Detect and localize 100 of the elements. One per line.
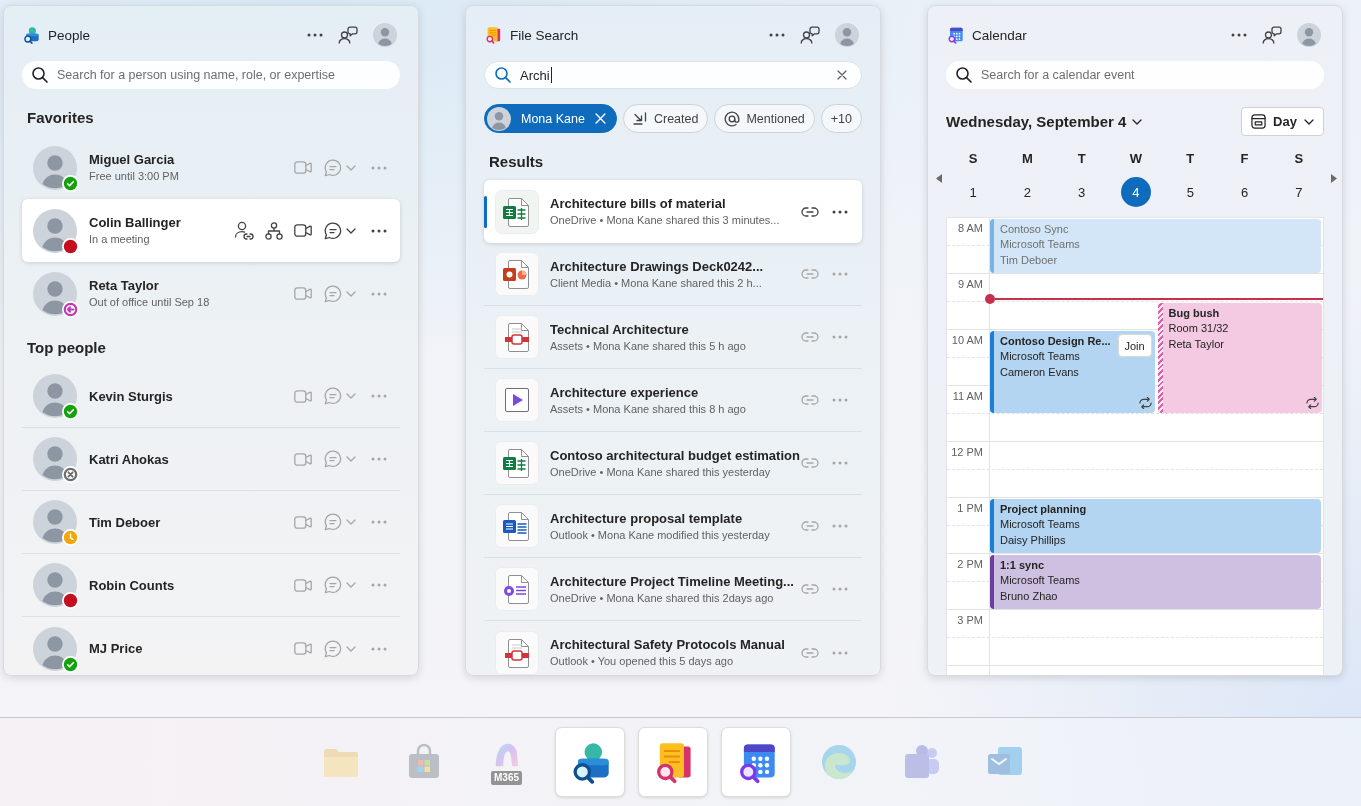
filter-chip[interactable]: Created xyxy=(622,104,709,133)
chevron-down-icon[interactable] xyxy=(346,227,356,234)
person-bubble-icon[interactable] xyxy=(1262,26,1282,44)
file-details: OneDrive • Mona Kane shared this 2days ago xyxy=(550,590,774,606)
file-title: Architecture Project Timeline Meeting... xyxy=(550,572,794,590)
search-bar[interactable]: Search for a person using name, role, or expertise xyxy=(22,61,400,89)
chevron-down-icon xyxy=(1303,118,1314,125)
person-name: Kevin Sturgis xyxy=(89,387,173,405)
panel-title: People xyxy=(48,27,91,43)
text-file-icon xyxy=(495,504,539,548)
search-bar[interactable]: Search for a calendar event xyxy=(946,61,1324,89)
person-bubble-icon[interactable] xyxy=(338,26,358,44)
date-button[interactable]: 5 xyxy=(1175,177,1206,207)
taskbar-button[interactable] xyxy=(554,727,625,797)
hour-label: 8 AM xyxy=(957,222,983,235)
person-status-text: Out of office until Sep 18 xyxy=(89,295,210,310)
section-heading: Results xyxy=(489,152,544,172)
date-picker-button[interactable]: Wednesday, September 4 xyxy=(946,113,1143,130)
person-status-text: Free until 3:00 PM xyxy=(89,169,179,184)
diagonal-arrow-icon xyxy=(632,112,648,125)
more-icon[interactable] xyxy=(371,228,387,233)
org-chart-icon[interactable] xyxy=(265,221,283,240)
caret-right-icon[interactable] xyxy=(1331,174,1337,183)
event-title: 1:1 sync xyxy=(1000,558,1045,573)
person-name: Katri Ahokas xyxy=(89,450,169,468)
search-input[interactable]: Search for a person using name, role, or expertise xyxy=(57,66,386,84)
weekday-label: M xyxy=(1022,150,1033,168)
calendar-event[interactable]: Bug bush Room 31/32 Reta Taylor xyxy=(1157,303,1322,413)
caret-left-icon[interactable] xyxy=(936,174,942,183)
hour-label: 9 AM xyxy=(957,278,983,291)
close-icon xyxy=(594,113,606,124)
date-button[interactable]: 7 xyxy=(1283,177,1314,207)
weekday-label: T xyxy=(1186,150,1195,168)
document-search-icon xyxy=(484,26,502,44)
event-title: Project planning xyxy=(1000,502,1087,517)
more-icon[interactable] xyxy=(307,33,323,37)
taskbar-button[interactable] xyxy=(720,727,791,797)
chat-icon[interactable] xyxy=(324,221,342,240)
filter-chip[interactable]: +10 xyxy=(820,104,862,133)
calendar-event[interactable]: Contoso Sync Microsoft Teams Tim Deboer xyxy=(990,219,1321,273)
file-details: Outlook • Mona Kane modified this yesterday xyxy=(550,527,770,543)
search-icon xyxy=(956,67,972,83)
at-sign-icon xyxy=(724,110,741,127)
section-heading: Favorites xyxy=(27,108,94,128)
person-search-icon xyxy=(22,26,40,44)
file-details: Client Media • Mona Kane shared this 2 h... xyxy=(550,275,762,291)
event-detail: Room 31/32 xyxy=(1168,321,1229,336)
date-button[interactable]: 4 xyxy=(1121,177,1151,207)
filter-chip[interactable]: Mona Kane xyxy=(484,104,617,133)
document-file-icon xyxy=(495,315,539,359)
search-input[interactable]: Archi xyxy=(520,66,550,84)
avatar-icon[interactable] xyxy=(835,23,859,47)
section-heading: Top people xyxy=(27,338,106,358)
document-file-icon xyxy=(495,630,539,675)
join-button[interactable]: Join xyxy=(1117,334,1152,357)
more-icon[interactable] xyxy=(769,33,785,37)
calendar-event[interactable]: Project planning Microsoft Teams Daisy Phillips xyxy=(990,499,1321,553)
file-title: Architecture bills of material xyxy=(550,195,726,212)
close-icon[interactable] xyxy=(837,70,847,80)
filter-chip[interactable]: Mentioned xyxy=(714,104,815,133)
event-detail: Microsoft Teams xyxy=(1000,517,1080,532)
video-icon[interactable] xyxy=(294,224,312,237)
date-button[interactable]: 3 xyxy=(1066,177,1097,207)
weekday-label: S xyxy=(968,150,978,168)
hour-label: 2 PM xyxy=(957,558,983,571)
panel-title: Calendar xyxy=(972,27,1027,43)
file-details: OneDrive • Mona Kane shared this yesterday xyxy=(550,464,771,480)
file-details: OneDrive • Mona Kane shared this 3 minutes... xyxy=(550,213,780,228)
avatar-icon[interactable] xyxy=(1297,23,1321,47)
taskbar-button[interactable] xyxy=(637,727,708,797)
date-button[interactable]: 2 xyxy=(1012,177,1043,207)
weekday-label: F xyxy=(1240,150,1249,168)
weekday-label: W xyxy=(1129,150,1143,168)
event-detail: Reta Taylor xyxy=(1168,336,1224,352)
weekday-label: S xyxy=(1294,150,1304,168)
date-button[interactable]: 1 xyxy=(958,177,989,207)
avatar-icon xyxy=(33,271,77,316)
view-dropdown[interactable]: Day xyxy=(1241,107,1324,136)
calendar-event[interactable]: Contoso Design Re... Microsoft Teams Cameron Evans Join xyxy=(990,331,1155,413)
file-result-row[interactable]: Architecture bills of material OneDrive • Mona Kane shared this 3 minutes... xyxy=(484,180,862,243)
avatar-icon[interactable] xyxy=(373,23,397,47)
person-link-icon[interactable] xyxy=(234,221,254,240)
date-button[interactable]: 6 xyxy=(1229,177,1260,207)
search-bar[interactable]: Archi xyxy=(484,61,862,89)
link-icon[interactable] xyxy=(801,206,819,217)
more-icon[interactable] xyxy=(1231,33,1247,37)
more-icon[interactable] xyxy=(832,209,848,214)
calendar-event[interactable]: 1:1 sync Microsoft Teams Bruno Zhao xyxy=(990,555,1321,609)
person-name: Robin Counts xyxy=(89,576,175,594)
event-detail: Tim Deboer xyxy=(1000,252,1058,268)
note-file-icon xyxy=(495,567,539,611)
weekday-label: T xyxy=(1077,150,1086,168)
person-bubble-icon[interactable] xyxy=(800,26,820,44)
search-input[interactable]: Search for a calendar event xyxy=(981,66,1310,84)
event-title: Contoso Sync xyxy=(1000,222,1069,237)
person-name: MJ Price xyxy=(89,640,143,657)
person-row[interactable]: Colin Ballinger In a meeting xyxy=(22,199,400,262)
hour-label: 10 AM xyxy=(951,334,983,347)
hour-label: 11 AM xyxy=(952,390,983,403)
event-detail: Microsoft Teams xyxy=(1000,237,1080,252)
